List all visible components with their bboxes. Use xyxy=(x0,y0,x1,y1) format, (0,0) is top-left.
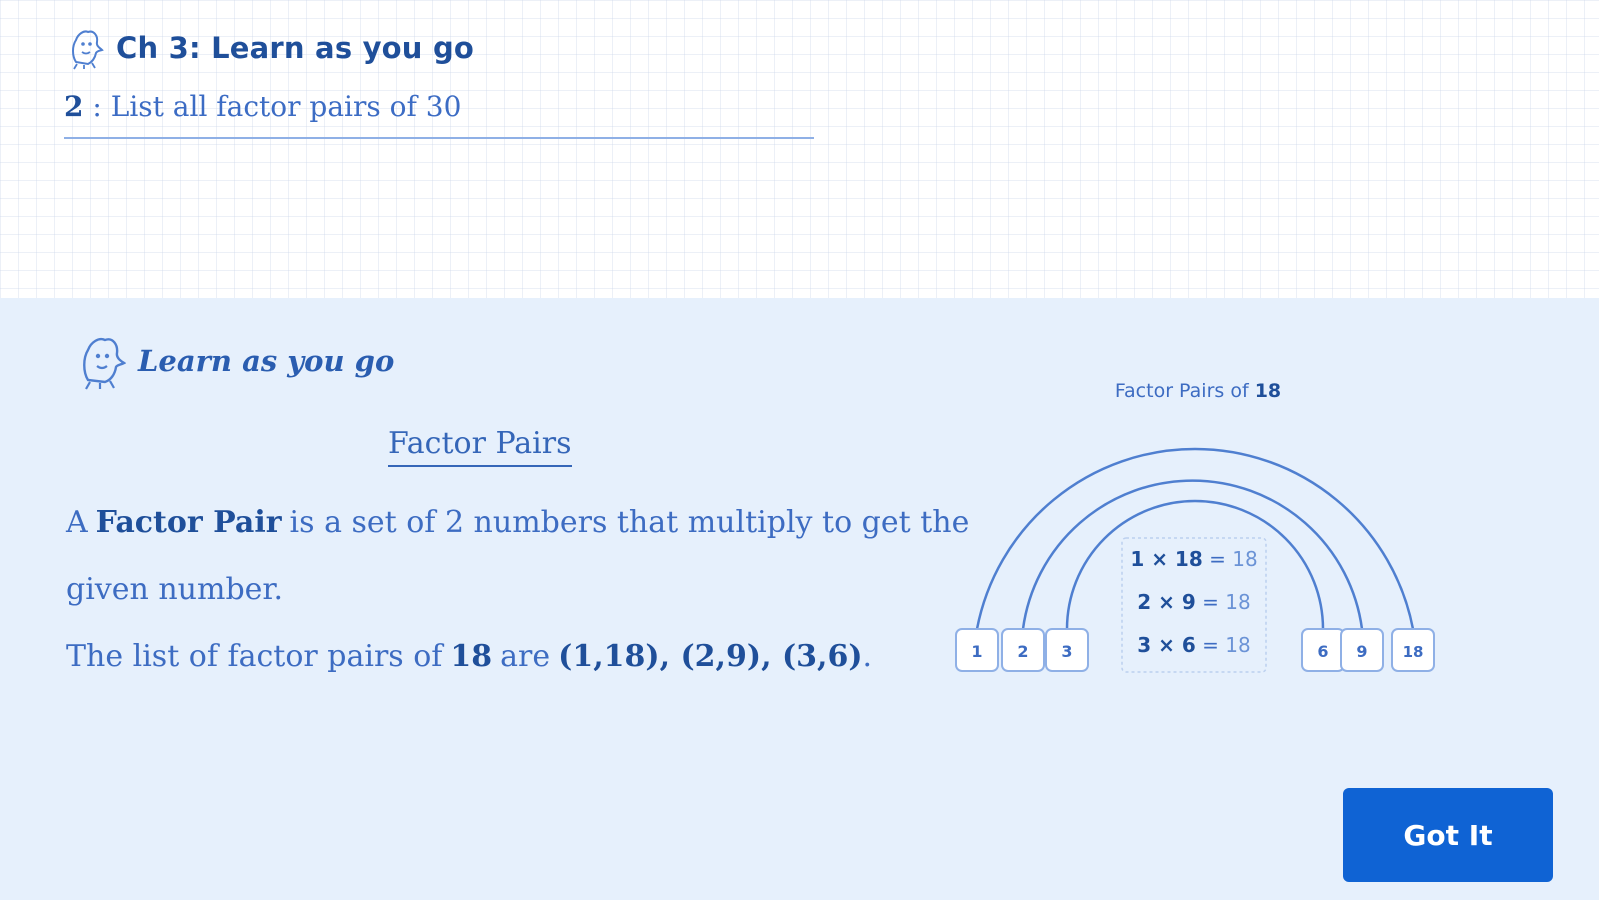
definition-prefix: A xyxy=(66,505,88,540)
question-separator: : xyxy=(83,90,111,123)
definition-line: A Factor Pair is a set of 2 numbers that m… xyxy=(66,503,969,543)
question-area: Ch 3: Learn as you go 2 : List all facto… xyxy=(0,0,1599,298)
svg-text:1: 1 xyxy=(971,642,982,661)
equation-row: 1 × 18 = 18 xyxy=(1130,547,1257,571)
factor-box: 18 xyxy=(1391,628,1435,672)
example-number: 18 xyxy=(450,639,493,674)
definition-rest: is a set of 2 numbers that multiply to g… xyxy=(289,505,970,540)
equation-row: 3 × 6 = 18 xyxy=(1137,633,1250,657)
chapter-header: Ch 3: Learn as you go xyxy=(68,26,474,70)
learning-mascot-icon xyxy=(83,337,126,390)
svg-text:6: 6 xyxy=(1317,642,1328,661)
diagram-title: Factor Pairs of 18 xyxy=(1115,380,1281,402)
svg-text:9: 9 xyxy=(1356,642,1367,661)
question-number: 2 xyxy=(64,90,84,123)
factor-pairs-diagram: Factor Pairs of 18 1 × 18 = 18 2 × 9 = 1… xyxy=(955,380,1435,673)
learning-mascot-icon xyxy=(72,30,104,70)
factor-box: 2 xyxy=(1001,628,1045,672)
factor-box: 1 xyxy=(955,628,999,672)
svg-text:18: 18 xyxy=(1403,643,1424,661)
example-pairs: (1,18), (2,9), (3,6) xyxy=(558,639,863,674)
section-title: Factor Pairs xyxy=(388,426,572,467)
definition-term: Factor Pair xyxy=(95,505,282,540)
svg-text:2: 2 xyxy=(1017,642,1028,661)
factor-box: 3 xyxy=(1045,628,1089,672)
got-it-button[interactable]: Got It xyxy=(1343,788,1553,882)
chapter-title: Ch 3: Learn as you go xyxy=(116,31,475,65)
question-line: 2 : List all factor pairs of 30 xyxy=(64,90,814,139)
example-end: . xyxy=(862,639,873,674)
factor-box: 9 xyxy=(1340,628,1384,672)
equation-row: 2 × 9 = 18 xyxy=(1137,590,1250,614)
svg-text:3: 3 xyxy=(1061,642,1072,661)
panel-header: Learn as you go xyxy=(78,332,394,390)
example-middle: are xyxy=(500,639,551,674)
question-text: List all factor pairs of 30 xyxy=(110,90,462,123)
example-prefix: The list of factor pairs of xyxy=(66,639,443,674)
example-line: The list of factor pairs of 18 are (1,18), … xyxy=(66,637,966,677)
definition-continued: given number. xyxy=(66,572,283,607)
panel-title: Learn as you go xyxy=(138,344,395,378)
learn-as-you-go-panel: Learn as you go Factor Pairs A Factor Pai… xyxy=(0,298,1599,900)
factor-box: 6 xyxy=(1301,628,1345,672)
